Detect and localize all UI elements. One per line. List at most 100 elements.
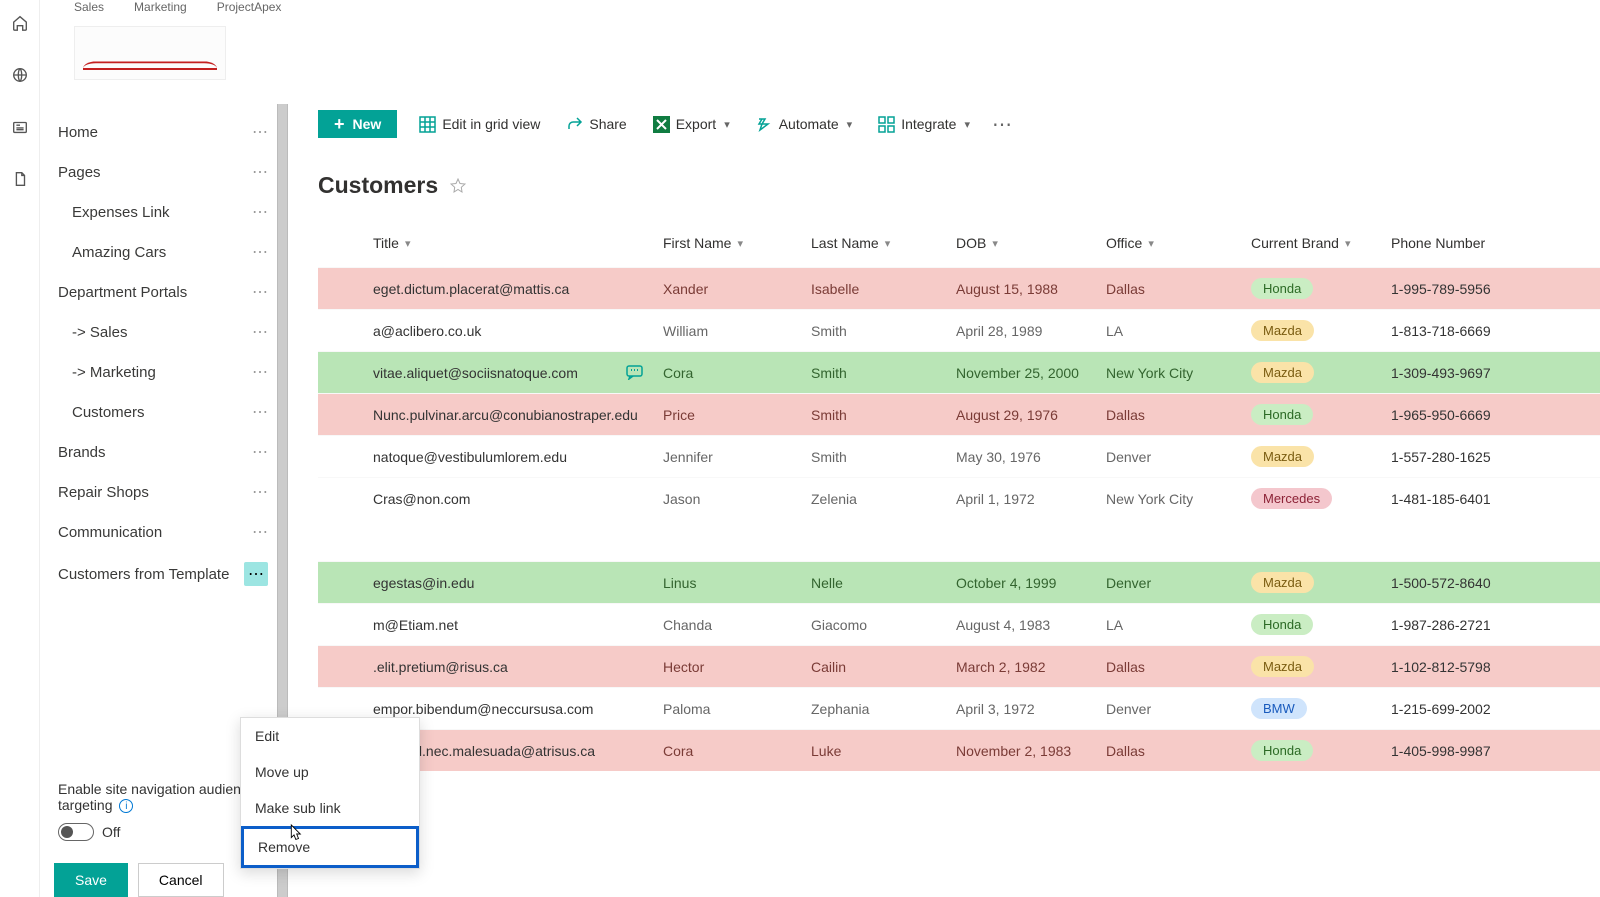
- cell-first-name: Paloma: [663, 701, 811, 717]
- brand-pill: Mazda: [1251, 362, 1314, 383]
- table-row[interactable]: vitae.aliquet@sociisnatoque.comCoraSmith…: [318, 351, 1600, 393]
- col-dob[interactable]: DOB▾: [956, 235, 1106, 251]
- cell-dob: March 2, 1982: [956, 659, 1106, 675]
- more-icon[interactable]: ⋯: [252, 122, 268, 142]
- more-icon[interactable]: ⋯: [252, 482, 268, 502]
- cell-title: Cras@non.com: [373, 491, 663, 507]
- more-icon[interactable]: ⋯: [252, 242, 268, 262]
- table-row[interactable]: eget.dictum.placerat@mattis.caXanderIsab…: [318, 267, 1600, 309]
- cell-last-name: Zelenia: [811, 491, 956, 507]
- export-button[interactable]: Export▾: [649, 110, 734, 139]
- share-button[interactable]: Share: [562, 110, 630, 139]
- table-row[interactable]: .elit.pretium@risus.caHectorCailinMarch …: [318, 645, 1600, 687]
- hub-link-marketing[interactable]: Marketing: [134, 0, 187, 20]
- cell-last-name: Nelle: [811, 575, 956, 591]
- col-phone[interactable]: Phone Number: [1391, 235, 1521, 251]
- automate-button[interactable]: Automate▾: [752, 110, 856, 139]
- info-icon[interactable]: i: [119, 799, 133, 813]
- more-icon[interactable]: ⋯: [252, 522, 268, 542]
- col-title[interactable]: Title▾: [373, 235, 663, 251]
- nav-item-communication[interactable]: Communication⋯: [40, 512, 288, 552]
- cell-phone: 1-481-185-6401: [1391, 491, 1521, 507]
- more-icon[interactable]: ⋯: [252, 282, 268, 302]
- brand-pill: Honda: [1251, 614, 1313, 635]
- home-icon[interactable]: [11, 14, 29, 32]
- more-icon[interactable]: ⋯: [252, 162, 268, 182]
- col-last-name[interactable]: Last Name▾: [811, 235, 956, 251]
- cell-first-name: Price: [663, 407, 811, 423]
- integrate-button[interactable]: Integrate▾: [874, 110, 974, 139]
- table-row[interactable]: eleifend.nec.malesuada@atrisus.caCoraLuk…: [318, 729, 1600, 771]
- edit-in-grid-button[interactable]: Edit in grid view: [415, 110, 544, 139]
- audience-toggle[interactable]: [58, 823, 94, 841]
- table-row[interactable]: egestas@in.eduLinusNelleOctober 4, 1999D…: [318, 561, 1600, 603]
- cell-dob: August 29, 1976: [956, 407, 1106, 423]
- table-row[interactable]: a@aclibero.co.ukWilliamSmithApril 28, 19…: [318, 309, 1600, 351]
- table-row[interactable]: Cras@non.comJasonZeleniaApril 1, 1972New…: [318, 477, 1600, 519]
- col-current-brand[interactable]: Current Brand▾: [1251, 235, 1391, 251]
- col-first-name[interactable]: First Name▾: [663, 235, 811, 251]
- automate-icon: [756, 116, 773, 133]
- table-row[interactable]: natoque@vestibulumlorem.eduJenniferSmith…: [318, 435, 1600, 477]
- nav-item-customers[interactable]: Customers⋯: [40, 392, 288, 432]
- menu-item-remove[interactable]: Remove: [241, 826, 419, 868]
- nav-item-repair-shops[interactable]: Repair Shops⋯: [40, 472, 288, 512]
- more-icon[interactable]: ⋯: [252, 322, 268, 342]
- more-icon[interactable]: ⋯: [252, 402, 268, 422]
- globe-icon[interactable]: [11, 66, 29, 84]
- cell-phone: 1-995-789-5956: [1391, 281, 1521, 297]
- more-icon[interactable]: ⋯: [252, 442, 268, 462]
- cell-phone: 1-102-812-5798: [1391, 659, 1521, 675]
- more-icon[interactable]: ⋯: [252, 362, 268, 382]
- cancel-button[interactable]: Cancel: [138, 863, 224, 897]
- brand-pill: Honda: [1251, 404, 1313, 425]
- new-button[interactable]: +New: [318, 110, 397, 138]
- cell-last-name: Luke: [811, 743, 956, 759]
- hub-link-projectapex[interactable]: ProjectApex: [217, 0, 282, 20]
- cursor-icon: [285, 823, 303, 845]
- nav-item-sales[interactable]: -> Sales⋯: [40, 312, 288, 352]
- cell-office: New York City: [1106, 491, 1251, 507]
- share-icon: [566, 116, 583, 133]
- brand-pill: Mazda: [1251, 320, 1314, 341]
- menu-item-edit[interactable]: Edit: [241, 718, 419, 754]
- cell-title: a@aclibero.co.uk: [373, 323, 663, 339]
- comment-icon[interactable]: [626, 365, 643, 380]
- more-icon[interactable]: ⋯: [252, 202, 268, 222]
- menu-item-move-up[interactable]: Move up: [241, 754, 419, 790]
- favorite-icon[interactable]: [450, 178, 466, 194]
- cell-dob: November 25, 2000: [956, 365, 1106, 381]
- menu-item-make-sub-link[interactable]: Make sub link: [241, 790, 419, 826]
- cell-last-name: Smith: [811, 365, 956, 381]
- table-row[interactable]: empor.bibendum@neccursusa.comPalomaZepha…: [318, 687, 1600, 729]
- more-commands-icon[interactable]: ⋯: [992, 112, 1012, 137]
- nav-item-expenses[interactable]: Expenses Link⋯: [40, 192, 288, 232]
- nav-item-pages[interactable]: Pages⋯: [40, 152, 288, 192]
- nav-item-department-portals[interactable]: Department Portals⋯: [40, 272, 288, 312]
- site-logo[interactable]: [74, 26, 226, 80]
- document-icon[interactable]: [11, 170, 29, 188]
- cell-office: Dallas: [1106, 659, 1251, 675]
- col-office[interactable]: Office▾: [1106, 235, 1251, 251]
- brand-pill: Honda: [1251, 278, 1313, 299]
- save-button[interactable]: Save: [54, 863, 128, 897]
- cell-first-name: Hector: [663, 659, 811, 675]
- more-icon[interactable]: ⋯: [244, 562, 268, 586]
- brand-pill: Mazda: [1251, 446, 1314, 467]
- cell-office: Dallas: [1106, 407, 1251, 423]
- integrate-icon: [878, 116, 895, 133]
- cell-title: natoque@vestibulumlorem.edu: [373, 449, 663, 465]
- hub-link-sales[interactable]: Sales: [74, 0, 104, 20]
- nav-item-marketing[interactable]: -> Marketing⋯: [40, 352, 288, 392]
- cell-last-name: Isabelle: [811, 281, 956, 297]
- cell-office: New York City: [1106, 365, 1251, 381]
- table-row[interactable]: m@Etiam.netChandaGiacomoAugust 4, 1983LA…: [318, 603, 1600, 645]
- table-row[interactable]: Nunc.pulvinar.arcu@conubianostraper.eduP…: [318, 393, 1600, 435]
- nav-item-amazing-cars[interactable]: Amazing Cars⋯: [40, 232, 288, 272]
- news-icon[interactable]: [11, 118, 29, 136]
- nav-item-brands[interactable]: Brands⋯: [40, 432, 288, 472]
- cell-office: Denver: [1106, 449, 1251, 465]
- nav-item-home[interactable]: Home⋯: [40, 112, 288, 152]
- nav-item-customers-from-template[interactable]: Customers from Template⋯: [40, 552, 288, 596]
- cell-first-name: Xander: [663, 281, 811, 297]
